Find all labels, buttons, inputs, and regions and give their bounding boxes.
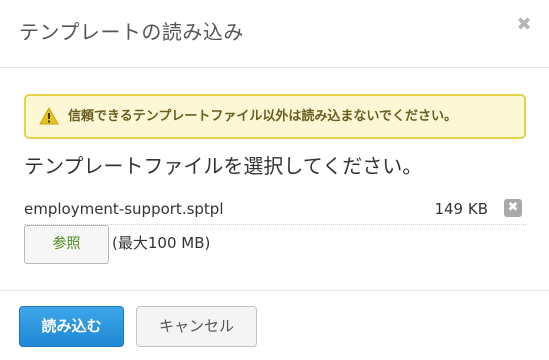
warning-icon xyxy=(39,107,59,125)
close-icon[interactable]: ✖ xyxy=(516,16,532,34)
warning-text: 信頼できるテンプレートファイル以外は読み込まないでください。 xyxy=(68,109,457,124)
selected-file-row: employment-support.sptpl 149 KB ✖ xyxy=(24,197,526,225)
file-name: employment-support.sptpl xyxy=(24,200,224,218)
browse-button[interactable]: 参照 xyxy=(24,225,109,264)
select-file-prompt: テンプレートファイルを選択してください。 xyxy=(24,154,423,178)
max-size-note: (最大100 MB) xyxy=(112,234,211,252)
file-size: 149 KB xyxy=(434,200,488,218)
dialog-header: テンプレートの読み込み ✖ xyxy=(0,0,549,68)
dialog-title: テンプレートの読み込み xyxy=(19,20,244,44)
template-import-dialog: テンプレートの読み込み ✖ 信頼できるテンプレートファイル以外は読み込まないでく… xyxy=(0,0,549,360)
warning-banner: 信頼できるテンプレートファイル以外は読み込まないでください。 xyxy=(24,94,526,139)
footer-divider xyxy=(0,290,549,291)
remove-file-icon[interactable]: ✖ xyxy=(504,199,522,217)
cancel-button[interactable]: キャンセル xyxy=(136,306,257,347)
load-button[interactable]: 読み込む xyxy=(19,306,124,347)
